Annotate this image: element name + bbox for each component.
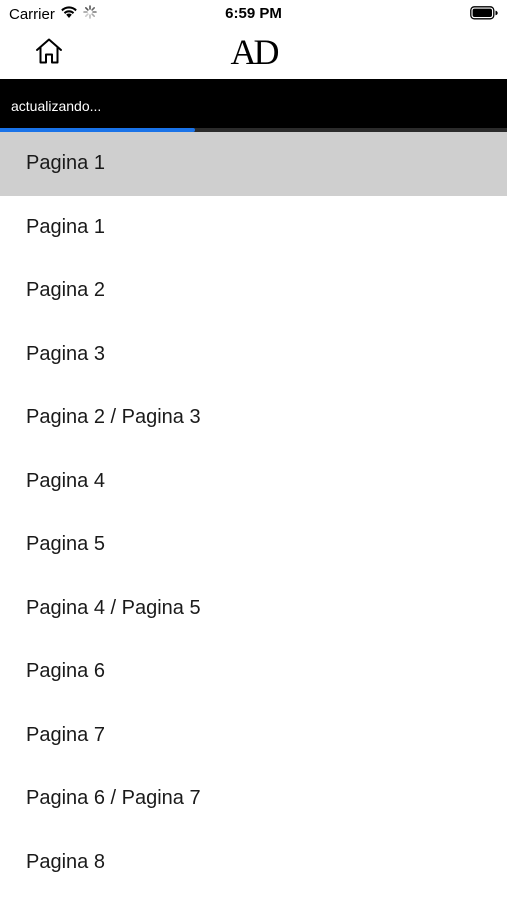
page-list-item-label: Pagina 7 (26, 723, 105, 746)
page-list-item-label: Pagina 6 / Pagina 7 (26, 787, 201, 810)
page-list-item-label: Pagina 4 / Pagina 5 (26, 596, 201, 619)
page-list-item[interactable]: Pagina 3 (0, 323, 507, 387)
page-list-item[interactable]: Pagina 1 (0, 132, 507, 196)
battery-icon (470, 6, 498, 20)
page-list-item[interactable]: Pagina 4 / Pagina 5 (0, 577, 507, 641)
page-list-item-label: Pagina 3 (26, 342, 105, 365)
update-banner: actualizando... (0, 79, 507, 130)
page-list-item[interactable]: Pagina 6 (0, 640, 507, 704)
update-status-text: actualizando... (11, 98, 102, 114)
page-list-item[interactable]: Pagina 8 (0, 831, 507, 895)
page-list: Pagina 1 Pagina 1 Pagina 2 Pagina 3 Pagina 2… (0, 132, 507, 894)
page-list-item-label: Pagina 6 (26, 660, 105, 683)
status-bar: Carrier 6:59 PM (0, 0, 507, 28)
nav-bar: AD (0, 28, 507, 79)
page-list-item[interactable]: Pagina 2 (0, 259, 507, 323)
page-list-item-label: Pagina 1 (26, 152, 105, 175)
ad-logo: AD (230, 32, 280, 72)
page-list-item[interactable]: Pagina 2 / Pagina 3 (0, 386, 507, 450)
page-list-item-label: Pagina 2 / Pagina 3 (26, 406, 201, 429)
page-list-item-label: Pagina 4 (26, 469, 105, 492)
page-list-item[interactable]: Pagina 1 (0, 196, 507, 260)
page-list-item-label: Pagina 8 (26, 850, 105, 873)
page-list-item-label: Pagina 1 (26, 215, 105, 238)
page-list-item-label: Pagina 5 (26, 533, 105, 556)
status-time: 6:59 PM (225, 5, 282, 22)
page-list-item-label: Pagina 2 (26, 279, 105, 302)
page-list-item[interactable]: Pagina 5 (0, 513, 507, 577)
page-list-item[interactable]: Pagina 4 (0, 450, 507, 514)
page-list-item[interactable]: Pagina 7 (0, 704, 507, 768)
page-list-item[interactable]: Pagina 6 / Pagina 7 (0, 767, 507, 831)
